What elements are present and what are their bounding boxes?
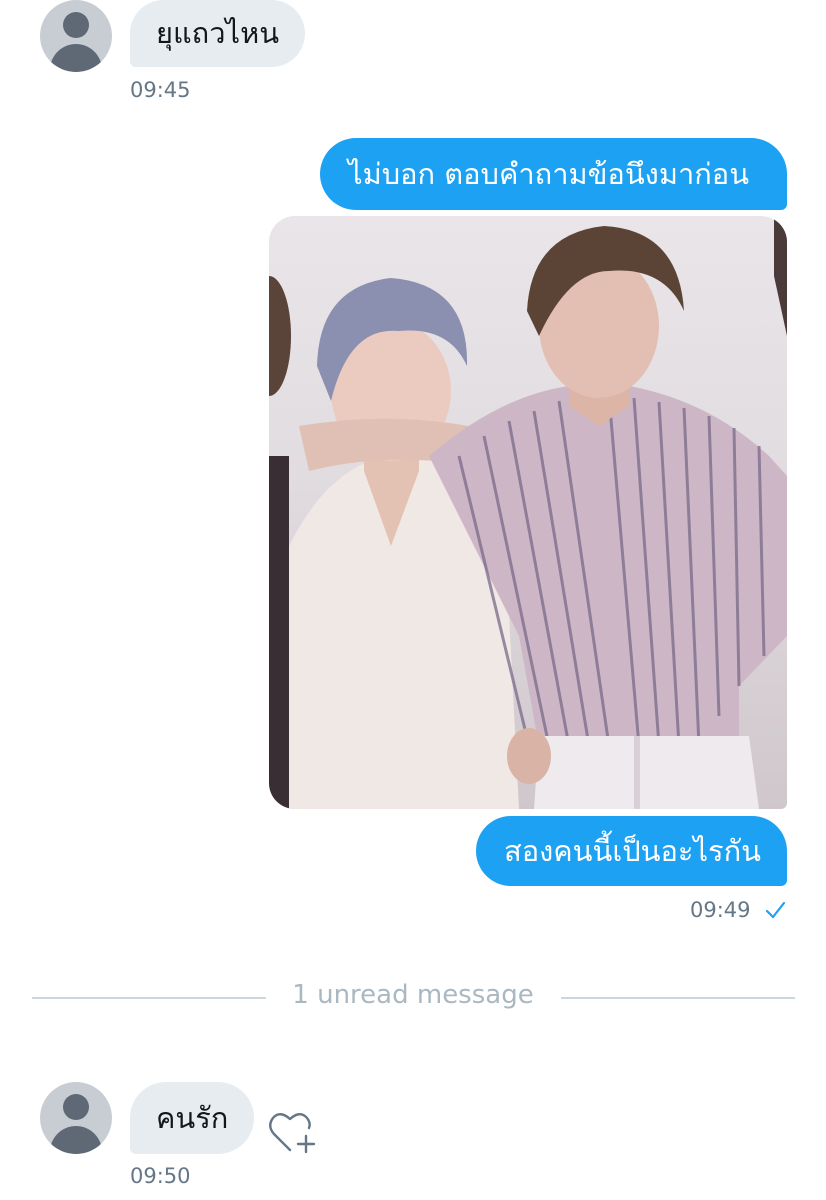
message-timestamp: 09:49 <box>690 898 751 922</box>
avatar-head <box>63 1094 89 1120</box>
avatar-body <box>50 1126 102 1154</box>
avatar-head <box>63 12 89 38</box>
unread-divider-label: 1 unread message <box>292 980 534 1010</box>
message-timestamp: 09:50 <box>130 1164 191 1188</box>
message-text: คนรัก <box>156 1100 229 1135</box>
incoming-message-bubble[interactable]: ยุแถวไหน <box>130 0 306 67</box>
message-text: ยุแถวไหน <box>156 16 280 50</box>
message-text: สองคนนี้เป็นอะไรกัน <box>504 833 762 868</box>
heart-plus-icon[interactable] <box>268 1110 318 1154</box>
incoming-message-bubble[interactable]: คนรัก <box>130 1082 255 1154</box>
divider-line-right <box>561 997 795 999</box>
outgoing-message-bubble[interactable]: ไม่บอก ตอบคำถามข้อนึงมาก่อน <box>320 138 787 210</box>
avatar-body <box>50 44 102 72</box>
sender-avatar[interactable] <box>40 0 112 72</box>
photo-image <box>269 216 787 809</box>
sender-avatar[interactable] <box>40 1082 112 1154</box>
photo-attachment[interactable] <box>269 216 787 809</box>
checkmark-icon <box>765 901 786 919</box>
message-text: ไม่บอก ตอบคำถามข้อนึงมาก่อน <box>348 156 750 191</box>
outgoing-message-bubble[interactable]: สองคนนี้เป็นอะไรกัน <box>476 816 787 886</box>
message-timestamp: 09:45 <box>130 78 191 102</box>
